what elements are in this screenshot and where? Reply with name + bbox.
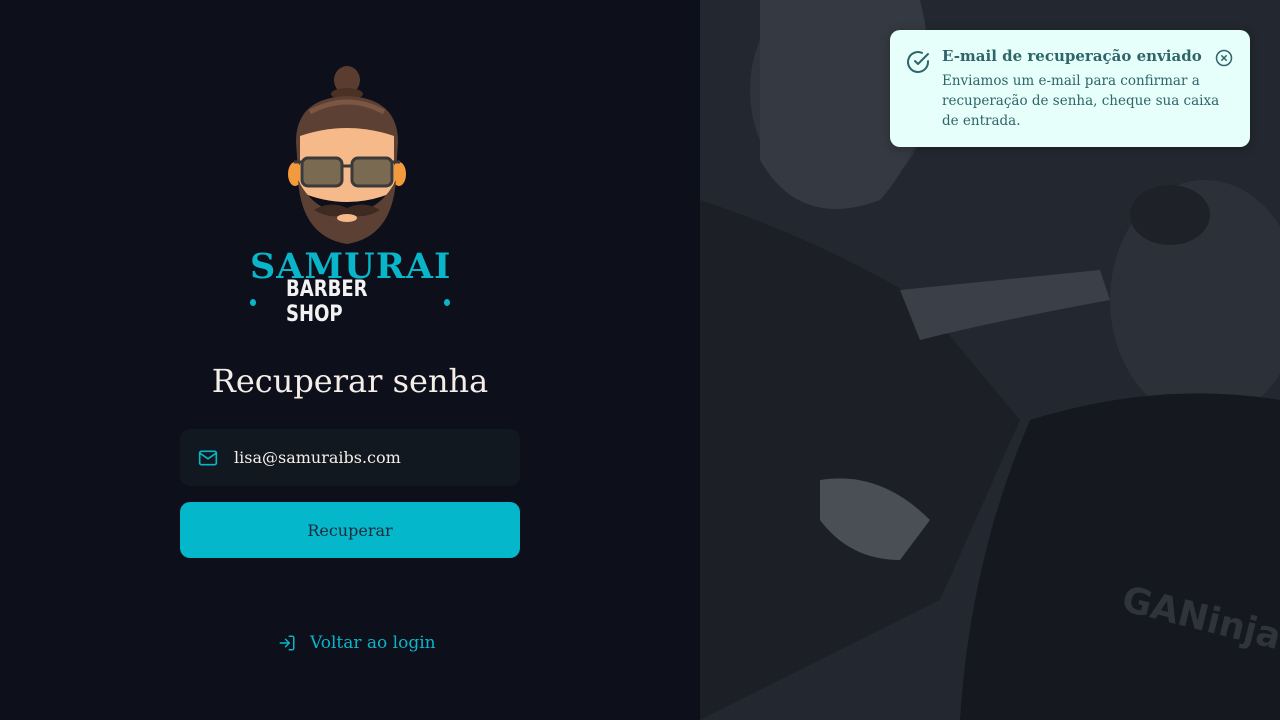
brand-subtitle-text: BARBER SHOP [286, 277, 368, 327]
mail-icon [198, 450, 218, 466]
brand-logo: SAMURAI BARBER SHOP [250, 62, 451, 327]
toast-message: Enviamos um e-mail para confirmar a recu… [942, 73, 1220, 129]
brand-subtitle: BARBER SHOP [250, 277, 451, 327]
recover-button[interactable]: Recuperar [180, 502, 520, 558]
close-toast-icon[interactable] [1215, 49, 1233, 67]
back-to-login-link[interactable]: Voltar ao login [278, 630, 436, 656]
barber-mascot-icon [288, 66, 406, 244]
check-circle-icon [907, 51, 929, 73]
dot-decoration [250, 298, 257, 306]
back-to-login-label: Voltar ao login [310, 633, 436, 653]
page-title: Recuperar senha [211, 362, 489, 400]
toast-title: E-mail de recuperação enviado [942, 47, 1202, 65]
email-input[interactable] [234, 429, 504, 486]
success-toast: E-mail de recuperação enviado Enviamos u… [890, 30, 1250, 147]
log-in-icon [279, 635, 295, 651]
email-field[interactable] [180, 429, 520, 486]
form-panel: SAMURAI BARBER SHOP Recuperar senha Recu… [0, 0, 700, 720]
dot-decoration [443, 298, 451, 306]
